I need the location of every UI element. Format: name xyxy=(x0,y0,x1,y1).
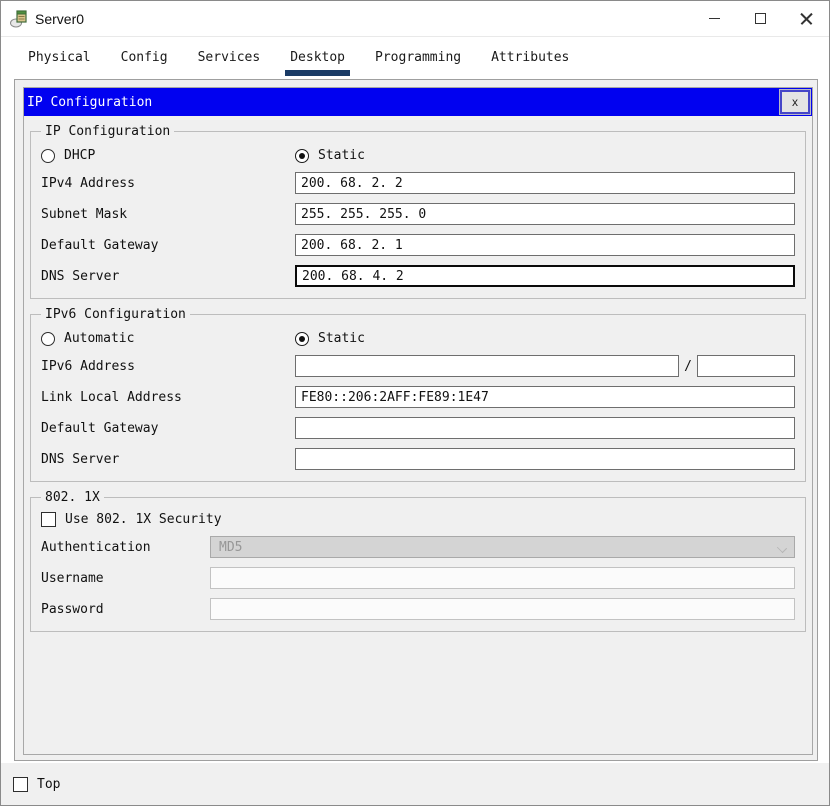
ipv4-address-label: IPv4 Address xyxy=(41,175,135,191)
tab-config[interactable]: Config xyxy=(106,37,183,78)
ipv6-dns-server-input[interactable] xyxy=(295,448,795,470)
chevron-down-icon xyxy=(778,544,786,552)
minimize-button[interactable] xyxy=(691,1,737,36)
link-local-address-input[interactable] xyxy=(295,386,795,408)
ipv4-dns-server-input[interactable] xyxy=(295,265,795,287)
ipv6-static-radio-label: Static xyxy=(318,331,365,346)
password-label: Password xyxy=(41,601,104,617)
ipv6-dns-server-row: DNS Server xyxy=(41,448,795,470)
ipv6-static-radio[interactable] xyxy=(295,331,309,346)
ipv4-dns-server-label: DNS Server xyxy=(41,268,120,284)
ipv4-default-gateway-row: Default Gateway xyxy=(41,234,795,256)
ipv6-mode-row: Automatic Static xyxy=(41,331,795,346)
subnet-mask-label: Subnet Mask xyxy=(41,206,128,222)
link-local-address-label: Link Local Address xyxy=(41,389,182,405)
ipv4-address-row: IPv4 Address xyxy=(41,172,795,194)
dot1x-group: 802. 1X Use 802. 1X Security Authenticat… xyxy=(30,490,806,632)
ipv4-mode-row: DHCP Static xyxy=(41,148,795,163)
dialog-close-icon: x xyxy=(792,95,798,109)
dialog-close-button[interactable]: x xyxy=(779,89,811,115)
window-titlebar: Server0 xyxy=(1,1,829,37)
dhcp-radio[interactable] xyxy=(41,148,55,163)
ipv4-static-option[interactable]: Static xyxy=(295,148,795,163)
dot1x-security-option[interactable]: Use 802. 1X Security xyxy=(41,512,795,527)
ipv6-default-gateway-label: Default Gateway xyxy=(41,420,159,436)
ipv4-group-legend: IP Configuration xyxy=(45,124,171,139)
footer-bar: Top xyxy=(1,763,829,805)
ip-configuration-dialog: IP Configuration x IP Configuration DHCP xyxy=(23,87,813,755)
ipv6-configuration-group: IPv6 Configuration Automatic Static IPv6… xyxy=(30,307,806,482)
tab-services[interactable]: Services xyxy=(183,37,276,78)
ipv6-address-input[interactable] xyxy=(295,355,679,377)
dot1x-group-legend: 802. 1X xyxy=(45,490,100,505)
top-checkbox[interactable] xyxy=(13,776,28,792)
password-row: Password xyxy=(41,598,795,620)
dot1x-security-checkbox-label: Use 802. 1X Security xyxy=(65,512,222,527)
ipv6-automatic-option[interactable]: Automatic xyxy=(41,331,295,346)
ipv4-address-input[interactable] xyxy=(295,172,795,194)
ipv6-static-option[interactable]: Static xyxy=(295,331,795,346)
ipv4-dns-server-row: DNS Server xyxy=(41,265,795,287)
tab-physical[interactable]: Physical xyxy=(13,37,106,78)
close-button[interactable] xyxy=(783,1,829,36)
ipv6-prefix-separator: / xyxy=(684,358,692,374)
dhcp-option[interactable]: DHCP xyxy=(41,148,295,163)
authentication-row: Authentication MD5 xyxy=(41,536,795,558)
authentication-select[interactable]: MD5 xyxy=(210,536,795,558)
ipv4-default-gateway-input[interactable] xyxy=(295,234,795,256)
desktop-panel: IP Configuration x IP Configuration DHCP xyxy=(14,79,818,761)
ipv4-static-radio-label: Static xyxy=(318,148,365,163)
authentication-selected-value: MD5 xyxy=(219,539,243,555)
dot1x-security-checkbox[interactable] xyxy=(41,512,56,527)
tab-bar: Physical Config Services Desktop Program… xyxy=(1,37,829,78)
close-icon xyxy=(800,12,813,25)
ipv6-address-row: IPv6 Address / xyxy=(41,355,795,377)
username-input[interactable] xyxy=(210,567,795,589)
server-device-icon xyxy=(10,9,27,27)
maximize-button[interactable] xyxy=(737,1,783,36)
tab-programming[interactable]: Programming xyxy=(360,37,476,78)
ipv4-configuration-group: IP Configuration DHCP Static IPv4 Addres… xyxy=(30,124,806,299)
dialog-titlebar[interactable]: IP Configuration x xyxy=(24,88,812,116)
tab-desktop[interactable]: Desktop xyxy=(275,37,360,78)
ipv6-dns-server-label: DNS Server xyxy=(41,451,120,467)
dhcp-radio-label: DHCP xyxy=(64,148,96,163)
link-local-address-row: Link Local Address xyxy=(41,386,795,408)
minimize-icon xyxy=(708,18,720,19)
authentication-label: Authentication xyxy=(41,539,151,555)
tab-attributes[interactable]: Attributes xyxy=(476,37,584,78)
ipv6-automatic-radio[interactable] xyxy=(41,331,55,346)
username-label: Username xyxy=(41,570,104,586)
ipv4-static-radio[interactable] xyxy=(295,148,309,163)
username-row: Username xyxy=(41,567,795,589)
subnet-mask-input[interactable] xyxy=(295,203,795,225)
subnet-mask-row: Subnet Mask xyxy=(41,203,795,225)
ipv6-default-gateway-row: Default Gateway xyxy=(41,417,795,439)
ipv6-automatic-radio-label: Automatic xyxy=(64,331,135,346)
top-checkbox-label: Top xyxy=(37,776,61,792)
password-input[interactable] xyxy=(210,598,795,620)
window-title: Server0 xyxy=(35,10,85,27)
ipv6-address-label: IPv6 Address xyxy=(41,358,135,374)
dialog-title: IP Configuration xyxy=(27,94,153,110)
ipv6-default-gateway-input[interactable] xyxy=(295,417,795,439)
ipv6-prefix-input[interactable] xyxy=(697,355,795,377)
ipv6-group-legend: IPv6 Configuration xyxy=(45,307,186,322)
maximize-icon xyxy=(754,13,766,24)
app-window: Server0 Physical Config Services Desktop… xyxy=(0,0,830,806)
dialog-body: IP Configuration DHCP Static IPv4 Addres… xyxy=(24,116,812,632)
ipv4-default-gateway-label: Default Gateway xyxy=(41,237,159,253)
